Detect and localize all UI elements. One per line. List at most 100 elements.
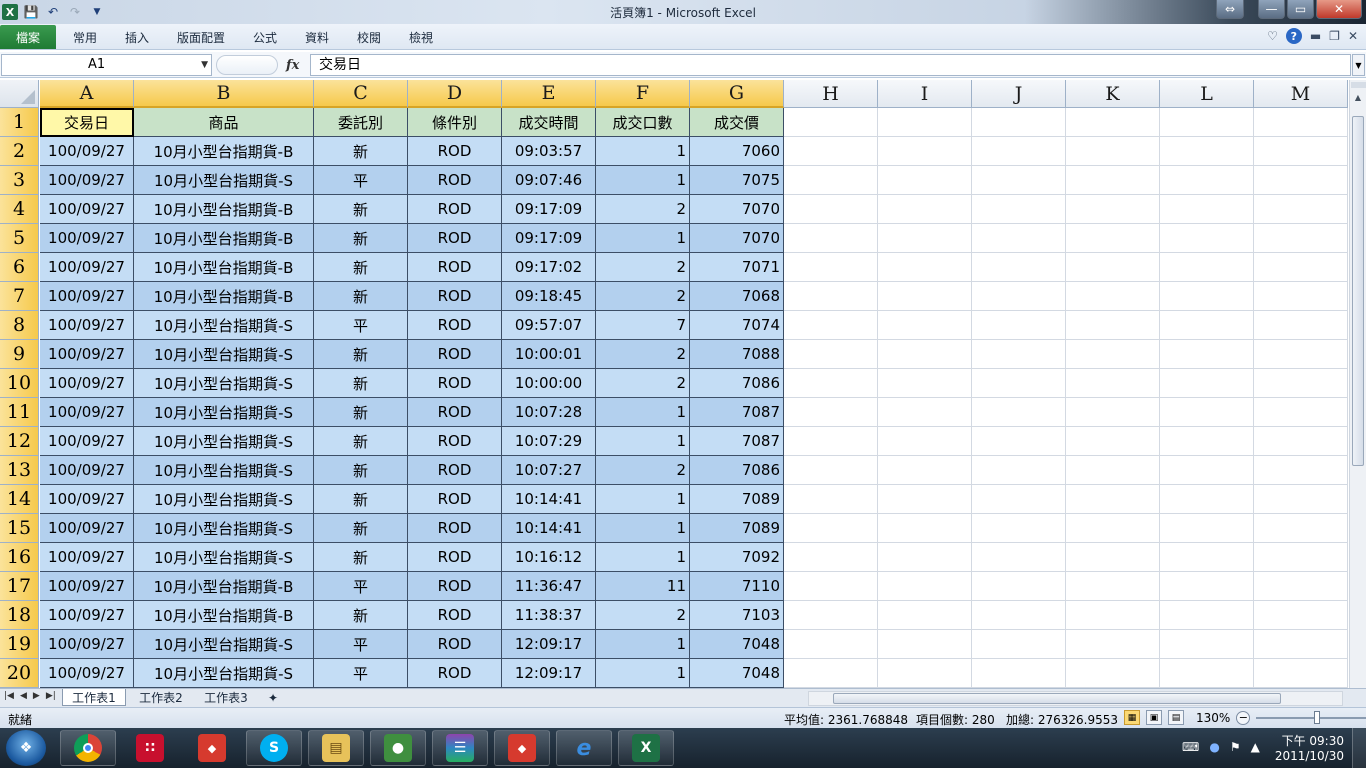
- page-break-view-icon[interactable]: ▤: [1168, 710, 1184, 725]
- cell-a15[interactable]: 100/09/27: [40, 514, 134, 543]
- cell-i7[interactable]: [878, 282, 972, 311]
- cell-m7[interactable]: [1254, 282, 1348, 311]
- cell-a18[interactable]: 100/09/27: [40, 601, 134, 630]
- cell-c12[interactable]: 新: [314, 427, 408, 456]
- cell-h8[interactable]: [784, 311, 878, 340]
- row-header-11[interactable]: 11: [0, 398, 39, 427]
- row-header-16[interactable]: 16: [0, 543, 39, 572]
- cell-g18[interactable]: 7103: [690, 601, 784, 630]
- cell-d12[interactable]: ROD: [408, 427, 502, 456]
- cell-m12[interactable]: [1254, 427, 1348, 456]
- cell-i11[interactable]: [878, 398, 972, 427]
- cell-l5[interactable]: [1160, 224, 1254, 253]
- cell-g3[interactable]: 7075: [690, 166, 784, 195]
- cell-d10[interactable]: ROD: [408, 369, 502, 398]
- expand-formula-bar-icon[interactable]: ▼: [1352, 54, 1365, 76]
- close-button[interactable]: ✕: [1316, 0, 1362, 19]
- cell-d15[interactable]: ROD: [408, 514, 502, 543]
- cell-d3[interactable]: ROD: [408, 166, 502, 195]
- cell-m15[interactable]: [1254, 514, 1348, 543]
- cell-k20[interactable]: [1066, 659, 1160, 688]
- zoom-level[interactable]: 130%: [1196, 711, 1230, 725]
- cell-l2[interactable]: [1160, 137, 1254, 166]
- cell-j11[interactable]: [972, 398, 1066, 427]
- cell-h18[interactable]: [784, 601, 878, 630]
- tab-view[interactable]: 檢視: [409, 29, 433, 46]
- cell-i16[interactable]: [878, 543, 972, 572]
- cell-j13[interactable]: [972, 456, 1066, 485]
- cell-l12[interactable]: [1160, 427, 1254, 456]
- cell-h19[interactable]: [784, 630, 878, 659]
- close-workbook-icon[interactable]: ✕: [1348, 29, 1358, 43]
- cell-f12[interactable]: 1: [596, 427, 690, 456]
- cell-e2[interactable]: 09:03:57: [502, 137, 596, 166]
- cell-c6[interactable]: 新: [314, 253, 408, 282]
- cell-b3[interactable]: 10月小型台指期貨-S: [134, 166, 314, 195]
- cell-b5[interactable]: 10月小型台指期貨-B: [134, 224, 314, 253]
- cell-h6[interactable]: [784, 253, 878, 282]
- cell-m4[interactable]: [1254, 195, 1348, 224]
- row-header-19[interactable]: 19: [0, 630, 39, 659]
- cell-g15[interactable]: 7089: [690, 514, 784, 543]
- cell-c10[interactable]: 新: [314, 369, 408, 398]
- cell-e13[interactable]: 10:07:27: [502, 456, 596, 485]
- cell-a5[interactable]: 100/09/27: [40, 224, 134, 253]
- cell-d20[interactable]: ROD: [408, 659, 502, 688]
- cell-h10[interactable]: [784, 369, 878, 398]
- show-hidden-icons-icon[interactable]: ▲: [1251, 740, 1260, 754]
- cell-i6[interactable]: [878, 253, 972, 282]
- cell-g4[interactable]: 7070: [690, 195, 784, 224]
- cell-l4[interactable]: [1160, 195, 1254, 224]
- column-header-h[interactable]: H: [784, 80, 878, 108]
- cell-i8[interactable]: [878, 311, 972, 340]
- cell-c17[interactable]: 平: [314, 572, 408, 601]
- cell-l9[interactable]: [1160, 340, 1254, 369]
- cell-l1[interactable]: [1160, 108, 1254, 137]
- cell-d8[interactable]: ROD: [408, 311, 502, 340]
- cell-f6[interactable]: 2: [596, 253, 690, 282]
- cell-m18[interactable]: [1254, 601, 1348, 630]
- row-header-5[interactable]: 5: [0, 224, 39, 253]
- cell-m16[interactable]: [1254, 543, 1348, 572]
- taskbar-winrar[interactable]: ☰: [432, 730, 488, 766]
- split-box[interactable]: [1350, 82, 1366, 88]
- cell-g17[interactable]: 7110: [690, 572, 784, 601]
- cell-m8[interactable]: [1254, 311, 1348, 340]
- cell-j4[interactable]: [972, 195, 1066, 224]
- row-header-12[interactable]: 12: [0, 427, 39, 456]
- cell-k8[interactable]: [1066, 311, 1160, 340]
- cell-b9[interactable]: 10月小型台指期貨-S: [134, 340, 314, 369]
- column-header-f[interactable]: F: [596, 80, 690, 108]
- cell-a20[interactable]: 100/09/27: [40, 659, 134, 688]
- start-button[interactable]: ❖: [6, 730, 46, 766]
- cell-j8[interactable]: [972, 311, 1066, 340]
- cell-a16[interactable]: 100/09/27: [40, 543, 134, 572]
- cell-a12[interactable]: 100/09/27: [40, 427, 134, 456]
- cell-b15[interactable]: 10月小型台指期貨-S: [134, 514, 314, 543]
- cell-e4[interactable]: 09:17:09: [502, 195, 596, 224]
- tab-insert[interactable]: 插入: [125, 29, 149, 46]
- cell-b17[interactable]: 10月小型台指期貨-B: [134, 572, 314, 601]
- tab-file[interactable]: 檔案: [0, 25, 56, 49]
- zoom-slider-thumb[interactable]: [1314, 710, 1321, 724]
- cell-h15[interactable]: [784, 514, 878, 543]
- cell-f13[interactable]: 2: [596, 456, 690, 485]
- cell-i2[interactable]: [878, 137, 972, 166]
- name-box[interactable]: A1 ▼: [1, 54, 212, 76]
- vertical-scrollbar[interactable]: ▲: [1349, 80, 1366, 688]
- name-box-dropdown-icon[interactable]: ▼: [201, 55, 208, 75]
- row-header-7[interactable]: 7: [0, 282, 39, 311]
- help-icon[interactable]: ?: [1285, 28, 1302, 44]
- column-header-k[interactable]: K: [1066, 80, 1160, 108]
- cell-f18[interactable]: 2: [596, 601, 690, 630]
- cell-d11[interactable]: ROD: [408, 398, 502, 427]
- cell-f2[interactable]: 1: [596, 137, 690, 166]
- vertical-scroll-thumb[interactable]: [1352, 116, 1364, 466]
- cell-d9[interactable]: ROD: [408, 340, 502, 369]
- cell-b14[interactable]: 10月小型台指期貨-S: [134, 485, 314, 514]
- cell-i1[interactable]: [878, 108, 972, 137]
- cell-e10[interactable]: 10:00:00: [502, 369, 596, 398]
- taskbar-skype[interactable]: S: [246, 730, 302, 766]
- cell-j5[interactable]: [972, 224, 1066, 253]
- cell-b7[interactable]: 10月小型台指期貨-B: [134, 282, 314, 311]
